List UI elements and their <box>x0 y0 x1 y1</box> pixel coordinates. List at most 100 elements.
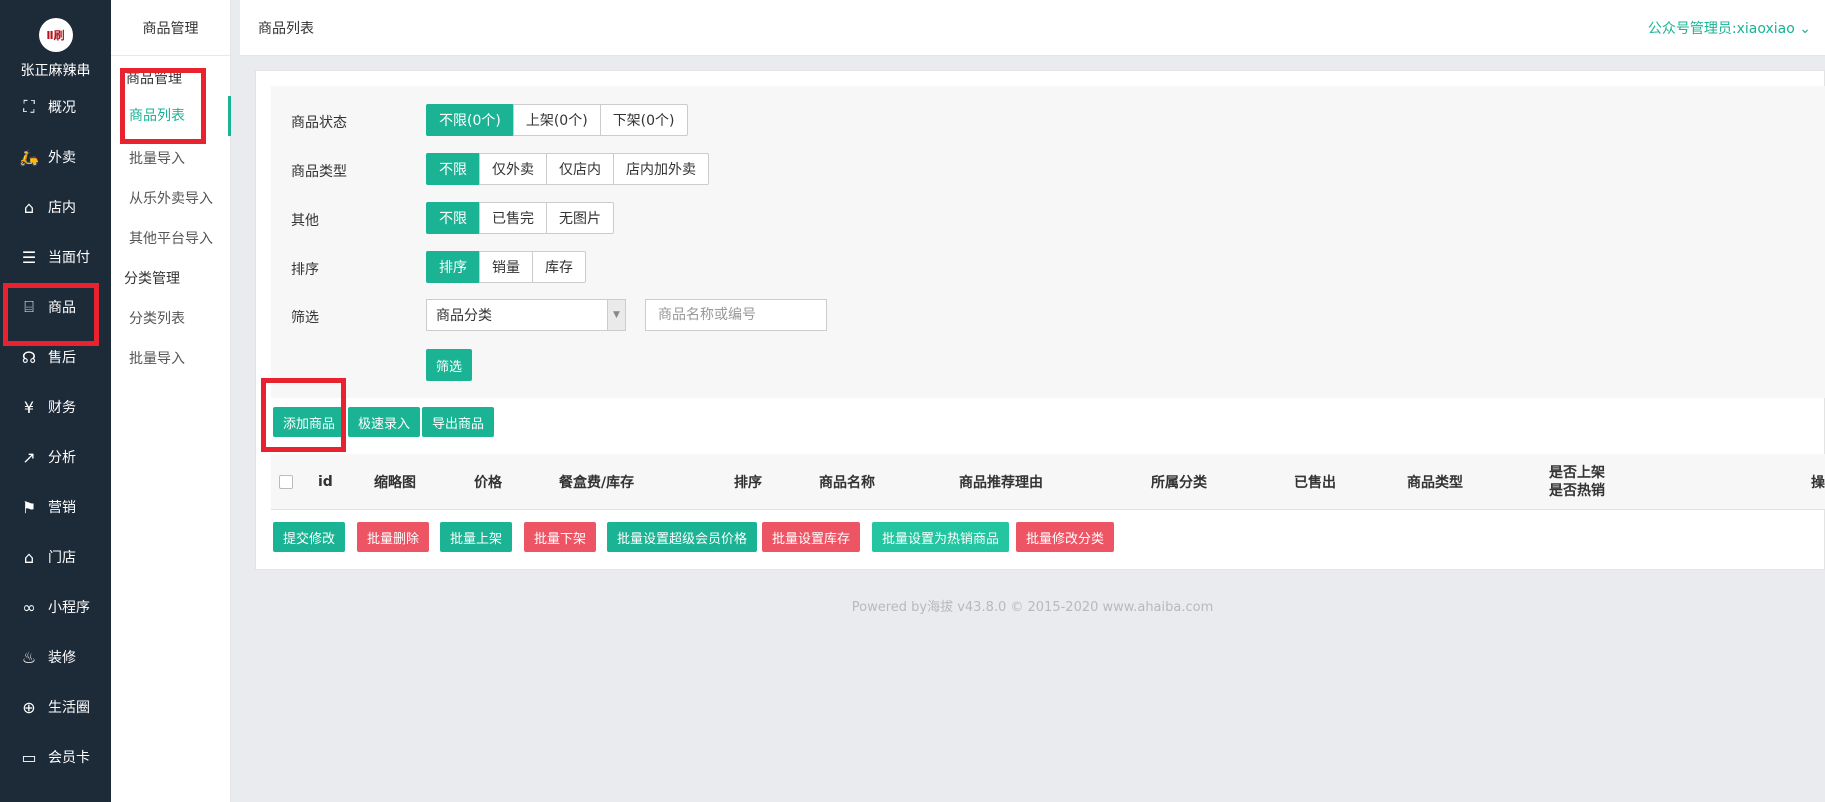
nav-item-face-pay[interactable]: ☰ 当面付 <box>0 232 111 282</box>
batch-stock-button[interactable]: 批量设置库存 <box>762 522 861 552</box>
list-icon: ☰ <box>21 247 37 267</box>
nav-item-label: 小程序 <box>48 600 90 616</box>
store-name: 张正麻辣串 <box>20 63 91 79</box>
nav-item-label: 概况 <box>48 100 76 116</box>
submit-changes-button[interactable]: 提交修改 <box>273 522 346 552</box>
sort-filter-group: 排序 销量 库存 <box>426 251 586 283</box>
nav-item-label: 分析 <box>48 450 76 466</box>
nav-item-dine-in[interactable]: ⌂ 店内 <box>0 182 111 232</box>
filter-label-other: 其他 <box>291 213 319 229</box>
sub-item-import-lewaimai[interactable]: 从乐外卖导入 <box>111 188 231 208</box>
column-box-fee-stock: 餐盒费/库存 <box>559 475 635 491</box>
other-option-all[interactable]: 不限 <box>426 202 480 234</box>
sort-option-sales[interactable]: 销量 <box>479 251 533 283</box>
link-icon: ∞ <box>22 597 36 617</box>
nav-item-finance[interactable]: ¥ 财务 <box>0 382 111 432</box>
nav-item-label: 店内 <box>48 200 76 216</box>
nav-item-analytics[interactable]: ↗ 分析 <box>0 432 111 482</box>
type-option-both[interactable]: 店内加外卖 <box>613 153 709 185</box>
type-option-takeout-only[interactable]: 仅外卖 <box>479 153 547 185</box>
footer-copyright: Powered by海拔 v43.8.0 © 2015-2020 www.aha… <box>851 600 1214 615</box>
dropdown-arrow-icon: ▼ <box>607 300 625 330</box>
column-sold: 已售出 <box>1294 475 1336 491</box>
nav-item-takeout[interactable]: 🛵 外卖 <box>0 132 111 182</box>
sort-option-stock[interactable]: 库存 <box>532 251 586 283</box>
other-option-no-image[interactable]: 无图片 <box>546 202 614 234</box>
sub-item-product-list[interactable]: 商品列表 <box>111 96 231 136</box>
batch-on-shelf-button[interactable]: 批量上架 <box>440 522 513 552</box>
batch-off-shelf-button[interactable]: 批量下架 <box>524 522 597 552</box>
card-icon: ▭ <box>21 747 37 767</box>
sub-group-product-management: 商品管理 <box>126 71 182 87</box>
category-select[interactable]: 商品分类 ▼ <box>426 299 626 331</box>
bag-icon: ⌸ <box>24 297 34 316</box>
filter-label-status: 商品状态 <box>291 115 347 131</box>
sub-item-import-other-platform[interactable]: 其他平台导入 <box>111 228 231 248</box>
nav-item-label: 门店 <box>48 550 76 566</box>
nav-item-decoration[interactable]: ♨ 装修 <box>0 632 111 682</box>
other-option-sold-out[interactable]: 已售完 <box>479 202 547 234</box>
batch-delete-button[interactable]: 批量删除 <box>357 522 430 552</box>
product-table-header: id 缩略图 价格 餐盒费/库存 排序 商品名称 商品推荐理由 所属分类 已售出… <box>271 454 1825 510</box>
column-sort: 排序 <box>734 475 762 491</box>
select-all-checkbox[interactable] <box>279 475 293 489</box>
other-filter-group: 不限 已售完 无图片 <box>426 202 614 234</box>
main-sidebar: Ⅱ刷 张正麻辣串 ⛶ 概况 🛵 外卖 ⌂ 店内 ☰ 当面付 ⌸ 商品 ☊ 售后 ¥ 财务 ↗ 分… <box>0 0 111 802</box>
column-recommend-reason: 商品推荐理由 <box>959 475 1043 491</box>
column-thumbnail: 缩略图 <box>374 475 416 491</box>
filter-submit-button[interactable]: 筛选 <box>426 349 472 381</box>
nav-item-after-sales[interactable]: ☊ 售后 <box>0 332 111 382</box>
sub-item-batch-import[interactable]: 批量导入 <box>111 148 231 168</box>
batch-category-button[interactable]: 批量修改分类 <box>1016 522 1115 552</box>
nav-item-label: 财务 <box>48 400 76 416</box>
nav-item-mini-program[interactable]: ∞ 小程序 <box>0 582 111 632</box>
status-option-all[interactable]: 不限(0个) <box>426 104 514 136</box>
category-select-value: 商品分类 <box>436 308 492 324</box>
flag-icon: ⚑ <box>21 497 37 517</box>
nav-item-label: 当面付 <box>48 250 90 266</box>
sub-group-category-management: 分类管理 <box>124 271 180 287</box>
status-option-on-shelf[interactable]: 上架(0个) <box>512 104 601 136</box>
analytics-icon: ↗ <box>22 447 36 467</box>
column-hot: 是否热销 <box>1549 483 1605 499</box>
sub-item-category-batch-import[interactable]: 批量导入 <box>111 348 231 368</box>
quick-entry-button[interactable]: 极速录入 <box>348 407 421 437</box>
nav-item-products[interactable]: ⌸ 商品 <box>0 282 111 332</box>
batch-hot-button[interactable]: 批量设置为热销商品 <box>872 522 1010 552</box>
add-product-button[interactable]: 添加商品 <box>273 407 346 437</box>
status-option-off-shelf[interactable]: 下架(0个) <box>599 104 688 136</box>
product-sub-sidebar: 商品管理 商品管理 商品列表 批量导入 从乐外卖导入 其他平台导入 分类管理 分… <box>111 0 231 802</box>
admin-account-menu[interactable]: 公众号管理员:xiaoxiao ⌄ <box>1648 18 1811 38</box>
filter-label-type: 商品类型 <box>291 164 347 180</box>
sub-item-category-list[interactable]: 分类列表 <box>111 308 231 328</box>
top-header: 商品列表 公众号管理员:xiaoxiao ⌄ <box>240 0 1825 56</box>
nav-item-member-card[interactable]: ▭ 会员卡 <box>0 732 111 782</box>
brand: Ⅱ刷 张正麻辣串 <box>0 0 111 90</box>
column-price: 价格 <box>474 475 502 491</box>
export-products-button[interactable]: 导出商品 <box>422 407 495 437</box>
page-title: 商品列表 <box>258 21 314 37</box>
nav-item-overview[interactable]: ⛶ 概况 <box>0 82 111 132</box>
flame-icon: ♨ <box>21 647 37 667</box>
globe-icon: ⊕ <box>22 697 36 717</box>
column-actions: 操 <box>1811 475 1825 491</box>
headset-icon: ☊ <box>21 347 37 367</box>
store-logo: Ⅱ刷 <box>38 18 73 52</box>
main-content: 商品状态 不限(0个) 上架(0个) 下架(0个) 商品类型 不限 仅外卖 仅店… <box>255 70 1825 570</box>
sub-sidebar-title: 商品管理 <box>111 0 230 56</box>
store-icon: ⌂ <box>23 547 35 567</box>
nav-item-label: 营销 <box>48 500 76 516</box>
nav-item-stores[interactable]: ⌂ 门店 <box>0 532 111 582</box>
type-option-all[interactable]: 不限 <box>426 153 480 185</box>
nav-item-marketing[interactable]: ⚑ 营销 <box>0 482 111 532</box>
nav-item-label: 装修 <box>48 650 76 666</box>
nav-item-life-circle[interactable]: ⊕ 生活圈 <box>0 682 111 732</box>
type-option-dine-in-only[interactable]: 仅店内 <box>546 153 614 185</box>
filter-label-filter: 筛选 <box>291 310 319 326</box>
column-product-name: 商品名称 <box>819 475 875 491</box>
yen-icon: ¥ <box>23 397 35 417</box>
sort-option-order[interactable]: 排序 <box>426 251 480 283</box>
batch-vip-price-button[interactable]: 批量设置超级会员价格 <box>607 522 758 552</box>
filter-label-sort: 排序 <box>291 262 319 278</box>
product-search-input[interactable] <box>645 299 827 331</box>
